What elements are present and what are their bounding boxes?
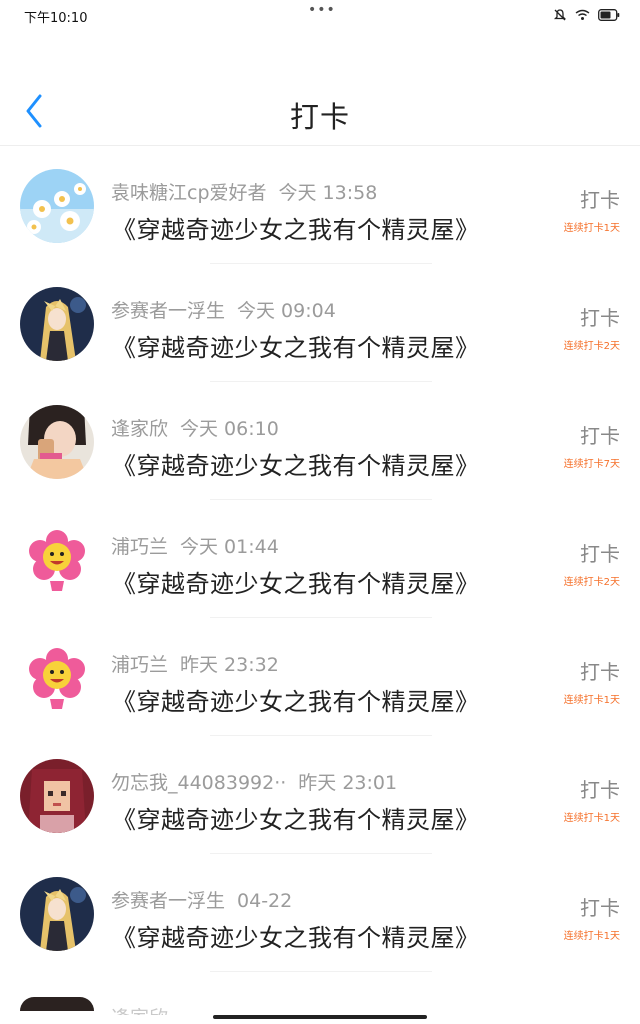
book-title[interactable]: 《穿越奇迹少女之我有个精灵屋》 bbox=[112, 564, 480, 599]
list-item[interactable]: 逢家欣 今天 06:10 《穿越奇迹少女之我有个精灵屋》 打卡 连续打卡7天 bbox=[0, 382, 640, 500]
anime-girl-avatar[interactable] bbox=[20, 287, 94, 361]
username[interactable]: 逢家欣 bbox=[111, 418, 168, 440]
checkin-meta: 逢家欣 今天 06:10 bbox=[111, 414, 279, 441]
streak-label: 连续打卡7天 bbox=[563, 459, 620, 470]
checkin-button[interactable]: 打卡 bbox=[580, 302, 620, 331]
checkin-time: 昨天 23:32 bbox=[180, 654, 279, 676]
book-title[interactable]: 《穿越奇迹少女之我有个精灵屋》 bbox=[112, 328, 480, 363]
streak-label: 连续打卡2天 bbox=[563, 577, 620, 588]
streak-label: 连续打卡1天 bbox=[563, 695, 620, 706]
streak-label: 连续打卡1天 bbox=[563, 223, 620, 234]
checkin-meta: 浦巧兰 今天 01:44 bbox=[111, 532, 279, 559]
status-bar: 下午10:10 ••• bbox=[0, 0, 640, 30]
battery-icon bbox=[598, 9, 620, 21]
streak-label: 连续打卡1天 bbox=[563, 931, 620, 942]
mute-icon bbox=[553, 8, 567, 22]
checkin-button[interactable]: 打卡 bbox=[580, 184, 620, 213]
pixel-girl-avatar[interactable] bbox=[20, 759, 94, 833]
multitask-dots[interactable]: ••• bbox=[308, 2, 336, 18]
divider bbox=[210, 971, 432, 972]
flower-cartoon-avatar[interactable] bbox=[20, 641, 94, 715]
flower-cartoon-avatar[interactable] bbox=[20, 523, 94, 597]
checkin-button[interactable]: 打卡 bbox=[580, 892, 620, 921]
username[interactable]: 浦巧兰 bbox=[111, 536, 168, 558]
username[interactable]: 袁味糖江cp爱好者 bbox=[111, 182, 267, 204]
streak-label: 连续打卡1天 bbox=[563, 813, 620, 824]
checkin-button[interactable]: 打卡 bbox=[580, 774, 620, 803]
book-title[interactable]: 《穿越奇迹少女之我有个精灵屋》 bbox=[112, 446, 480, 481]
flowers-avatar[interactable] bbox=[20, 169, 94, 243]
list-item[interactable]: 浦巧兰 今天 01:44 《穿越奇迹少女之我有个精灵屋》 打卡 连续打卡2天 bbox=[0, 500, 640, 618]
checkin-button[interactable]: 打卡 bbox=[580, 538, 620, 567]
checkin-time: 今天 13:58 bbox=[278, 182, 378, 204]
username[interactable]: 浦巧兰 bbox=[111, 654, 168, 676]
page-title: 打卡 bbox=[289, 100, 350, 134]
wifi-icon bbox=[575, 9, 590, 21]
anime-girl-avatar[interactable] bbox=[20, 877, 94, 951]
book-title[interactable]: 《穿越奇迹少女之我有个精灵屋》 bbox=[112, 918, 480, 953]
status-time: 下午10:10 bbox=[24, 11, 88, 26]
username[interactable]: 逢家欣 bbox=[111, 1003, 168, 1015]
checkin-button[interactable]: 打卡 bbox=[580, 656, 620, 685]
checkin-meta: 参赛者一浮生 今天 09:04 bbox=[111, 296, 336, 323]
checkin-time: 今天 09:04 bbox=[237, 300, 336, 322]
nav-bar: 打卡 bbox=[0, 30, 640, 146]
checkin-list: 袁味糖江cp爱好者 今天 13:58 《穿越奇迹少女之我有个精灵屋》 打卡 连续打… bbox=[0, 146, 640, 972]
username[interactable]: 参赛者一浮生 bbox=[111, 300, 225, 322]
username[interactable]: 参赛者一浮生 bbox=[111, 890, 225, 912]
book-title[interactable]: 《穿越奇迹少女之我有个精灵屋》 bbox=[112, 800, 480, 835]
list-item[interactable]: 参赛者一浮生 04-22 《穿越奇迹少女之我有个精灵屋》 打卡 连续打卡1天 bbox=[0, 854, 640, 972]
checkin-time: 今天 06:10 bbox=[180, 418, 279, 440]
checkin-time: 04-22 bbox=[237, 890, 293, 912]
streak-label: 连续打卡2天 bbox=[563, 341, 620, 352]
checkin-meta: 参赛者一浮生 04-22 bbox=[111, 886, 292, 913]
checkin-time: 昨天 23:01 bbox=[298, 772, 398, 794]
checkin-meta: 勿忘我_44083992·· 昨天 23:01 bbox=[111, 768, 397, 795]
list-item[interactable]: 参赛者一浮生 今天 09:04 《穿越奇迹少女之我有个精灵屋》 打卡 连续打卡2天 bbox=[0, 264, 640, 382]
checkin-time: 今天 01:44 bbox=[180, 536, 279, 558]
list-item[interactable]: 勿忘我_44083992·· 昨天 23:01 《穿越奇迹少女之我有个精灵屋》 打… bbox=[0, 736, 640, 854]
list-item[interactable]: 浦巧兰 昨天 23:32 《穿越奇迹少女之我有个精灵屋》 打卡 连续打卡1天 bbox=[0, 618, 640, 736]
status-icons bbox=[553, 8, 620, 22]
book-title[interactable]: 《穿越奇迹少女之我有个精灵屋》 bbox=[112, 682, 480, 717]
checkin-button[interactable]: 打卡 bbox=[580, 420, 620, 449]
list-item[interactable]: 袁味糖江cp爱好者 今天 13:58 《穿越奇迹少女之我有个精灵屋》 打卡 连续打… bbox=[0, 146, 640, 264]
checkin-meta: 袁味糖江cp爱好者 今天 13:58 bbox=[111, 178, 377, 205]
book-title[interactable]: 《穿越奇迹少女之我有个精灵屋》 bbox=[112, 210, 480, 245]
photo-girl-avatar[interactable] bbox=[20, 405, 94, 479]
username[interactable]: 勿忘我_44083992·· bbox=[111, 772, 286, 794]
checkin-meta: 浦巧兰 昨天 23:32 bbox=[111, 650, 279, 677]
photo-girl-avatar[interactable] bbox=[20, 997, 94, 1011]
home-indicator[interactable] bbox=[213, 1015, 427, 1019]
